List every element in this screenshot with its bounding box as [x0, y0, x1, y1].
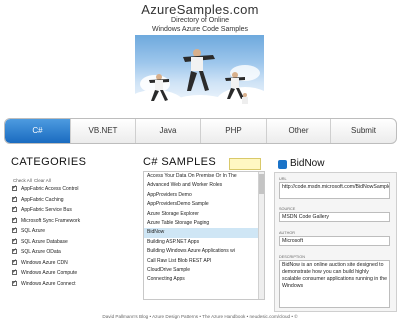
sample-list-item[interactable]: Building ASP.NET Apps [144, 238, 264, 247]
category-item[interactable]: AppFabric Access Control [11, 184, 123, 195]
category-label: Microsoft Sync Framework [21, 217, 81, 224]
category-checkbox[interactable] [12, 236, 17, 246]
search-input[interactable] [229, 158, 261, 170]
sample-icon [278, 160, 287, 169]
url-field[interactable]: http://code.msdn.microsoft.com/BidNowSam… [279, 182, 390, 199]
category-label: AppFabric Access Control [21, 186, 79, 192]
category-checkbox[interactable] [12, 257, 17, 267]
category-label: Windows Azure CDN [21, 259, 68, 266]
author-field[interactable]: Microsoft [279, 236, 390, 246]
url-label: URL [279, 177, 287, 181]
category-label: SQL Azure OData [21, 249, 61, 255]
category-item[interactable]: Microsoft Sync Framework [11, 215, 123, 227]
tab-php[interactable]: PHP [201, 119, 267, 143]
footer-links[interactable]: David Pallmann's Blog • Azure Design Pat… [0, 314, 400, 319]
check-all-link[interactable]: Check All [13, 178, 32, 183]
site-subtitle-line2: Windows Azure Code Samples [151, 26, 249, 33]
category-item[interactable]: Windows Azure Compute [11, 267, 123, 279]
categories-heading: CATEGORIES [11, 156, 87, 168]
category-checkbox[interactable] [12, 278, 17, 288]
tab-vbnet[interactable]: VB.NET [71, 119, 136, 143]
site-subtitle-line1: Directory of Online [171, 17, 229, 24]
site-title: AzureSamples.com [141, 2, 259, 17]
description-field[interactable]: BidNow is an online auction site designe… [279, 260, 390, 308]
tab-submit[interactable]: Submit [331, 119, 396, 143]
source-field[interactable]: MSDN Code Gallery [279, 212, 390, 222]
sample-list-item[interactable]: Building Windows Azure Applications wi [144, 247, 264, 256]
sample-list-item[interactable]: Call Raw List Blob REST API [144, 257, 264, 266]
sample-list-item[interactable]: Advanced Web and Worker Roles [144, 181, 264, 190]
category-item[interactable]: SQL Azure OData [11, 246, 123, 258]
hero-image [135, 35, 264, 114]
category-label: Windows Azure Compute [21, 270, 78, 276]
categories-list: AppFabric Access Control AppFabric Cachin… [11, 184, 123, 300]
samples-list: Access Your Data On Premise Or In The Adv… [143, 171, 265, 300]
description-label: DESCRIPTION [279, 255, 305, 259]
category-label: AppFabric Caching [21, 196, 64, 203]
sample-list-item[interactable]: Azure Table Storage Paging [144, 219, 264, 228]
detail-title: BidNow [290, 158, 325, 169]
category-label: Windows Azure Connect [21, 280, 76, 287]
sample-list-item[interactable]: CloudDrive Sample [144, 266, 264, 275]
clear-all-link[interactable]: Clear All [34, 178, 51, 183]
tab-csharp[interactable]: C# [5, 119, 71, 143]
source-label: SOURCE [279, 207, 296, 211]
author-label: AUTHOR [279, 231, 296, 235]
tab-other[interactable]: Other [267, 119, 331, 143]
sample-list-item[interactable]: Azure Storage Explorer [144, 210, 264, 219]
category-item[interactable]: Windows Azure Connect [11, 278, 123, 290]
category-checkbox[interactable] [12, 215, 17, 225]
category-item[interactable]: SQL Azure Database [11, 236, 123, 248]
category-checkbox[interactable] [12, 267, 17, 278]
category-item[interactable]: AppFabric Service Bus [11, 204, 123, 216]
samples-scrollbar[interactable] [258, 172, 264, 299]
category-checkbox[interactable] [12, 194, 17, 204]
language-tab-bar: C# VB.NET Java PHP Other Submit [4, 118, 397, 144]
category-item[interactable]: AppFabric Caching [11, 194, 123, 206]
detail-panel: URL http://code.msdn.microsoft.com/BidNo… [274, 172, 397, 312]
category-item[interactable]: SQL Azure [11, 225, 123, 237]
category-checkbox[interactable] [12, 204, 17, 215]
sample-list-item[interactable]: Connecting Apps [144, 275, 264, 284]
tab-java[interactable]: Java [136, 119, 201, 143]
category-label: AppFabric Service Bus [21, 207, 72, 213]
sample-list-item[interactable]: Access Your Data On Premise Or In The [144, 172, 264, 181]
category-item[interactable]: Windows Azure CDN [11, 257, 123, 269]
category-label: SQL Azure [21, 228, 45, 234]
sample-list-item[interactable]: AppProvidersDemo Sample [144, 200, 264, 209]
category-checkbox[interactable] [12, 184, 17, 194]
category-label: SQL Azure Database [21, 238, 68, 245]
sample-list-item[interactable]: BidNow [144, 228, 264, 238]
sample-list-item[interactable]: AppProviders Demo [144, 191, 264, 200]
samples-scroll-thumb[interactable] [259, 174, 264, 194]
flying-people-illustration [149, 49, 248, 104]
category-checkbox[interactable] [12, 246, 17, 257]
category-checkbox[interactable] [12, 225, 17, 236]
samples-heading: C# SAMPLES [143, 156, 217, 168]
